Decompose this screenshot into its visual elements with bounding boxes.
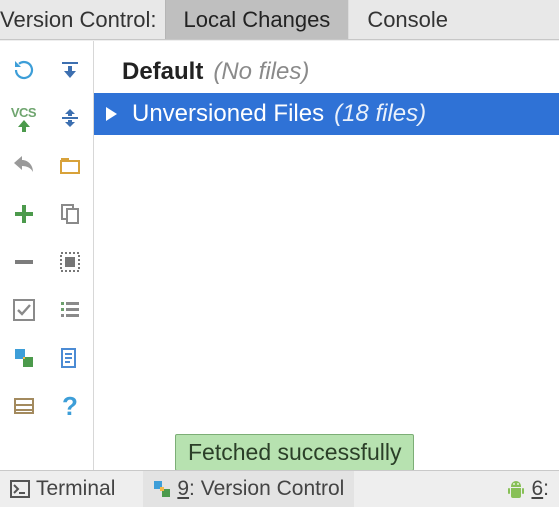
- folder-flat-icon: [59, 156, 81, 176]
- status-tooltip: Fetched successfully: [175, 434, 414, 471]
- minus-icon: [13, 251, 35, 273]
- collapse-button[interactable]: [55, 103, 85, 133]
- tab-console[interactable]: Console: [348, 0, 466, 39]
- toolwindow-terminal[interactable]: Terminal: [0, 471, 125, 507]
- undo-icon: [12, 156, 36, 176]
- remove-button[interactable]: [9, 247, 39, 277]
- revert-button[interactable]: [9, 151, 39, 181]
- copy-button[interactable]: [55, 199, 85, 229]
- toolwindow-android[interactable]: 6:: [497, 471, 559, 507]
- changelist-note: (18 files): [334, 100, 426, 128]
- vcs-label: VCS: [11, 105, 36, 120]
- collapse-icon: [59, 107, 81, 129]
- vc-label: 9: Version Control: [177, 477, 344, 501]
- vcs-toolwindow-icon: [153, 480, 171, 498]
- shelve-icon: [13, 395, 35, 417]
- changelist-note: (No files): [213, 58, 309, 86]
- checkbox-icon: [13, 299, 35, 321]
- android-icon: [507, 479, 525, 499]
- arrow-up-icon: [16, 120, 32, 132]
- help-icon: ?: [62, 391, 78, 422]
- changelist-label: Default: [122, 58, 203, 86]
- version-control-tabbar: Version Control: Local Changes Console: [0, 0, 559, 40]
- group-button[interactable]: [55, 151, 85, 181]
- main-panel: VCS: [0, 40, 559, 470]
- toolbar-secondary: ?: [47, 41, 94, 470]
- changelist-label: Unversioned Files: [132, 100, 324, 128]
- changelist-default[interactable]: Default (No files): [94, 51, 559, 93]
- expand-icon: [59, 59, 81, 81]
- expand-arrow-icon: [104, 106, 118, 122]
- terminal-label: Terminal: [36, 477, 115, 501]
- diff-button[interactable]: [9, 343, 39, 373]
- check-button[interactable]: [9, 295, 39, 325]
- shelve-button[interactable]: [9, 391, 39, 421]
- copy-icon: [59, 203, 81, 225]
- expand-button[interactable]: [55, 55, 85, 85]
- refresh-icon: [12, 58, 36, 82]
- diff-icon: [13, 347, 35, 369]
- panel-title: Version Control:: [0, 0, 165, 39]
- android-label: 6:: [531, 477, 549, 501]
- add-button[interactable]: [9, 199, 39, 229]
- help-button[interactable]: ?: [55, 391, 85, 421]
- preview-icon: [59, 251, 81, 273]
- toolbar-left: VCS: [0, 41, 47, 470]
- terminal-icon: [10, 480, 30, 498]
- changes-list: Default (No files) Unversioned Files (18…: [94, 41, 559, 470]
- toolwindow-version-control[interactable]: 9: Version Control: [143, 471, 354, 507]
- changes-button[interactable]: [55, 343, 85, 373]
- preview-button[interactable]: [55, 247, 85, 277]
- vcs-button[interactable]: VCS: [9, 103, 39, 133]
- list-button[interactable]: [55, 295, 85, 325]
- bottom-toolbar: Terminal 9: Version Control 6:: [0, 470, 559, 507]
- changelist-unversioned[interactable]: Unversioned Files (18 files): [94, 93, 559, 135]
- plus-icon: [13, 203, 35, 225]
- list-icon: [59, 299, 81, 321]
- page-icon: [59, 347, 81, 369]
- refresh-button[interactable]: [9, 55, 39, 85]
- tab-local-changes[interactable]: Local Changes: [165, 0, 349, 39]
